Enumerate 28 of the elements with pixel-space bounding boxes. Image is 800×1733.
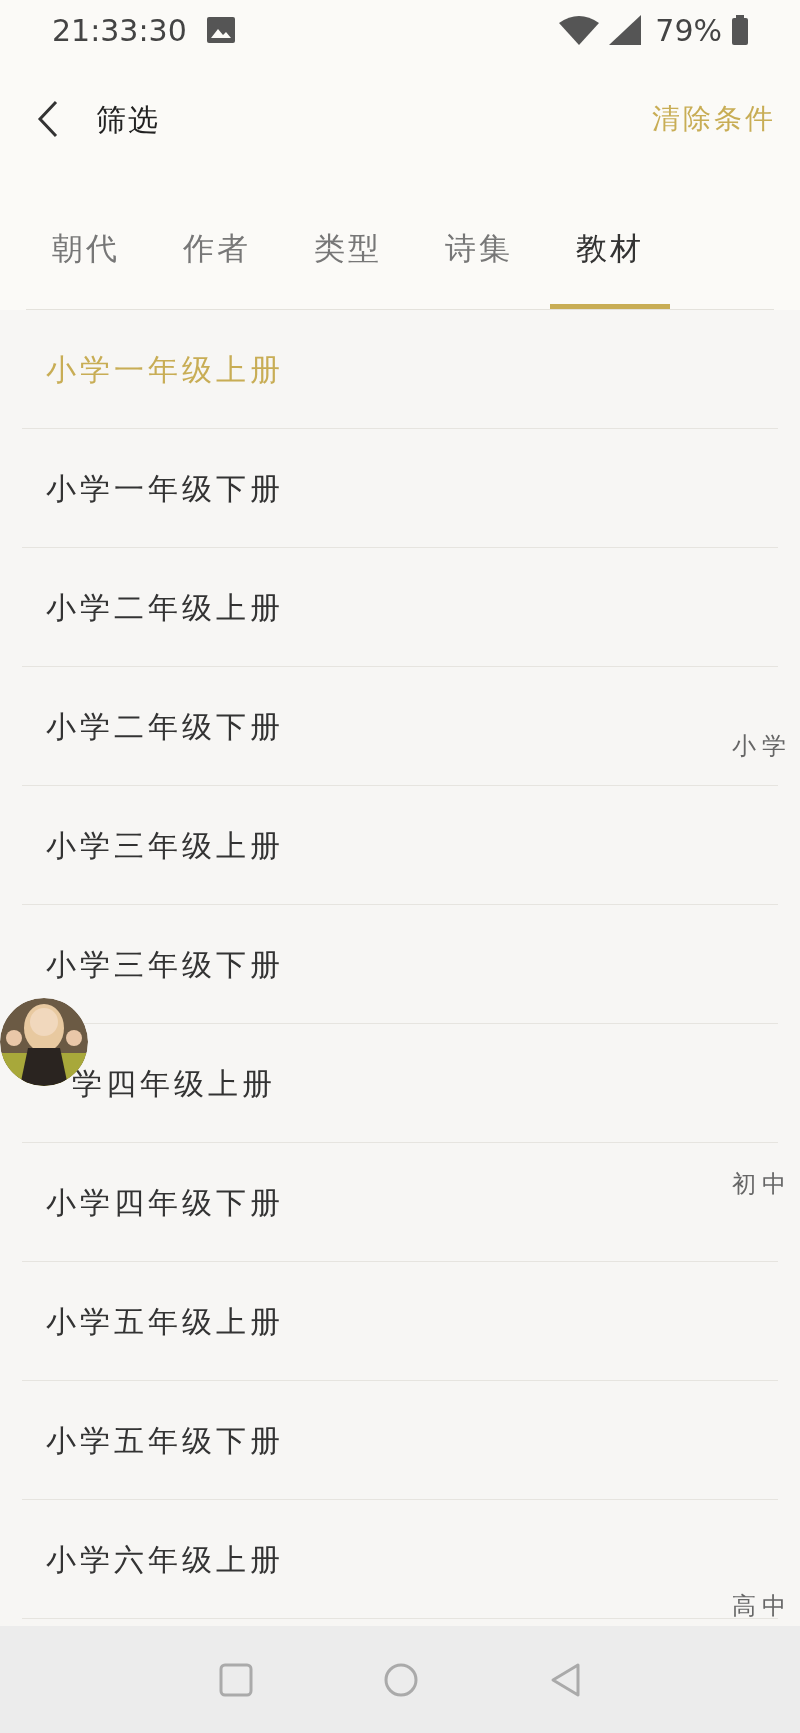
textbook-item[interactable]: 学四年级上册: [72, 1060, 276, 1106]
textbook-item[interactable]: 小学五年级下册: [46, 1417, 284, 1463]
image-icon: [206, 17, 235, 43]
index-label[interactable]: 高中: [732, 1588, 792, 1624]
back-nav-icon[interactable]: [549, 1661, 581, 1698]
textbook-item[interactable]: 小学六年级上册: [46, 1536, 284, 1582]
clock: 21:33:30: [52, 11, 187, 50]
textbook-item[interactable]: 小学五年级上册: [46, 1298, 284, 1344]
wifi-icon: [559, 15, 600, 45]
tab[interactable]: 诗集: [419, 213, 539, 309]
tab[interactable]: 类型: [288, 213, 408, 309]
tab[interactable]: 朝代: [26, 213, 146, 309]
tab[interactable]: 作者: [157, 213, 277, 309]
signal-icon: [609, 15, 642, 45]
battery-icon: [732, 15, 748, 45]
textbook-item[interactable]: 小学三年级下册: [46, 941, 284, 987]
textbook-item[interactable]: 小学二年级下册: [46, 703, 284, 749]
recent-apps-icon[interactable]: [219, 1662, 253, 1697]
textbook-item[interactable]: 小学二年级上册: [46, 584, 284, 630]
index-label[interactable]: 初中: [732, 1166, 792, 1202]
home-icon[interactable]: [383, 1661, 419, 1698]
battery-percent: 79%: [655, 11, 722, 50]
index-label[interactable]: 小学: [732, 728, 792, 764]
textbook-item[interactable]: 小学三年级上册: [46, 822, 284, 868]
textbook-item[interactable]: 小学四年级下册: [46, 1179, 284, 1225]
textbook-item[interactable]: 小学一年级下册: [46, 465, 284, 511]
back-icon[interactable]: [36, 100, 60, 138]
page-title: 筛选: [96, 100, 160, 139]
